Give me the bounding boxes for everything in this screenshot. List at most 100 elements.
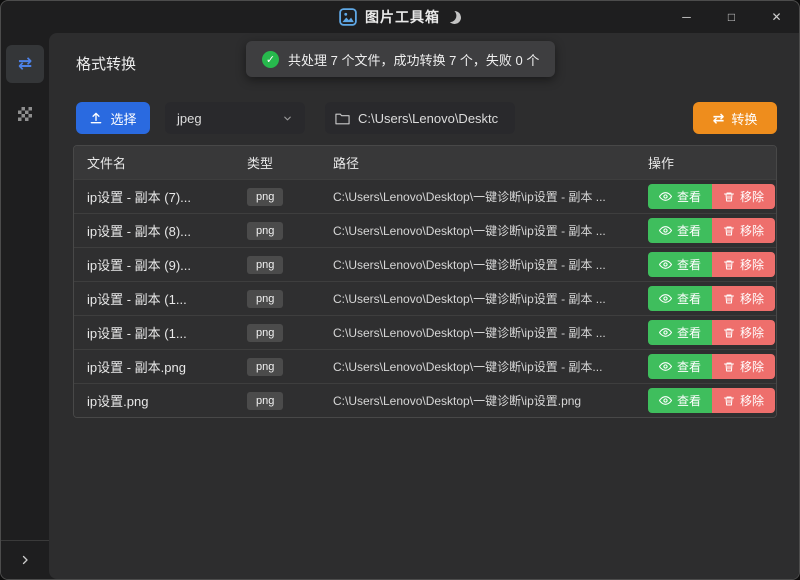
sidebar-bottom xyxy=(1,540,49,579)
remove-label: 移除 xyxy=(740,256,764,273)
sidebar-item-format-convert[interactable]: ⇄ xyxy=(6,45,44,83)
view-button[interactable]: 查看 xyxy=(648,184,712,209)
file-type-cell: png xyxy=(247,323,333,342)
folder-icon xyxy=(335,112,350,125)
file-path: C:\Users\Lenovo\Desktop\一键诊断\ip设置 - 副本 .… xyxy=(333,256,634,273)
file-path: C:\Users\Lenovo\Desktop\一键诊断\ip设置 - 副本 .… xyxy=(333,188,634,205)
file-path: C:\Users\Lenovo\Desktop\一键诊断\ip设置.png xyxy=(333,392,634,409)
remove-label: 移除 xyxy=(740,324,764,341)
view-label: 查看 xyxy=(677,358,701,375)
trash-icon xyxy=(723,395,735,407)
remove-button[interactable]: 移除 xyxy=(712,320,775,345)
remove-button[interactable]: 移除 xyxy=(712,388,775,413)
trash-icon xyxy=(723,293,735,305)
remove-button[interactable]: 移除 xyxy=(712,252,775,277)
remove-button[interactable]: 移除 xyxy=(712,286,775,311)
row-actions: 查看 移除 xyxy=(634,218,776,243)
eye-icon xyxy=(659,292,672,305)
select-files-label: 选择 xyxy=(110,109,136,128)
file-type-cell: png xyxy=(247,221,333,240)
app-title: 图片工具箱 xyxy=(365,7,440,27)
view-button[interactable]: 查看 xyxy=(648,286,712,311)
close-button[interactable]: ✕ xyxy=(754,1,799,33)
view-button[interactable]: 查看 xyxy=(648,320,712,345)
row-actions: 查看 移除 xyxy=(634,184,776,209)
remove-label: 移除 xyxy=(740,392,764,409)
row-actions: 查看 移除 xyxy=(634,354,776,379)
view-button[interactable]: 查看 xyxy=(648,218,712,243)
col-header-path: 路径 xyxy=(333,153,634,172)
remove-label: 移除 xyxy=(740,358,764,375)
file-path: C:\Users\Lenovo\Desktop\一键诊断\ip设置 - 副本 .… xyxy=(333,222,634,239)
upload-icon xyxy=(89,111,103,125)
table-row: ip设置 - 副本 (8)... png C:\Users\Lenovo\Des… xyxy=(74,213,776,247)
app-logo-icon xyxy=(339,8,357,26)
output-path-field[interactable]: C:\Users\Lenovo\Desktc xyxy=(325,102,515,134)
swap-arrows-icon: ⇄ xyxy=(713,110,725,127)
eye-icon xyxy=(659,360,672,373)
row-actions: 查看 移除 xyxy=(634,388,776,413)
col-header-type: 类型 xyxy=(247,153,333,172)
remove-label: 移除 xyxy=(740,188,764,205)
format-dropdown[interactable]: jpeg xyxy=(165,102,305,134)
row-actions: 查看 移除 xyxy=(634,286,776,311)
files-table: 文件名 类型 路径 操作 ip设置 - 副本 (7)... png C:\Use… xyxy=(73,145,777,418)
col-header-filename: 文件名 xyxy=(74,153,247,172)
file-path: C:\Users\Lenovo\Desktop\一键诊断\ip设置 - 副本 .… xyxy=(333,324,634,341)
sidebar-item-mosaic[interactable] xyxy=(6,95,44,133)
view-button[interactable]: 查看 xyxy=(648,354,712,379)
table-body: ip设置 - 副本 (7)... png C:\Users\Lenovo\Des… xyxy=(74,179,776,417)
select-files-button[interactable]: 选择 xyxy=(76,102,150,134)
table-row: ip设置 - 副本.png png C:\Users\Lenovo\Deskto… xyxy=(74,349,776,383)
file-name: ip设置 - 副本 (9)... xyxy=(74,255,247,274)
file-type-cell: png xyxy=(247,357,333,376)
view-label: 查看 xyxy=(677,256,701,273)
format-selected-value: jpeg xyxy=(177,111,202,126)
convert-label: 转换 xyxy=(731,109,757,128)
file-type-cell: png xyxy=(247,391,333,410)
file-name: ip设置 - 副本 (7)... xyxy=(74,187,247,206)
eye-icon xyxy=(659,258,672,271)
trash-icon xyxy=(723,225,735,237)
remove-button[interactable]: 移除 xyxy=(712,218,775,243)
file-type-cell: png xyxy=(247,255,333,274)
maximize-button[interactable]: □ xyxy=(709,1,754,33)
table-header: 文件名 类型 路径 操作 xyxy=(74,146,776,179)
app-body: ⇄ ✓ 共处理 7 个文件，成功转换 7 个，失败 0 个 格式转换 xyxy=(1,33,799,579)
remove-label: 移除 xyxy=(740,290,764,307)
sidebar-expand-button[interactable] xyxy=(1,541,49,579)
table-row: ip设置.png png C:\Users\Lenovo\Desktop\一键诊… xyxy=(74,383,776,417)
eye-icon xyxy=(659,326,672,339)
view-label: 查看 xyxy=(677,222,701,239)
chevron-down-icon xyxy=(282,113,293,124)
eye-icon xyxy=(659,190,672,203)
view-button[interactable]: 查看 xyxy=(648,388,712,413)
file-name: ip设置.png xyxy=(74,391,247,410)
file-type-cell: png xyxy=(247,289,333,308)
remove-button[interactable]: 移除 xyxy=(712,184,775,209)
trash-icon xyxy=(723,259,735,271)
minimize-button[interactable]: ─ xyxy=(664,1,709,33)
table-row: ip设置 - 副本 (1... png C:\Users\Lenovo\Desk… xyxy=(74,315,776,349)
dark-mode-moon-icon[interactable] xyxy=(447,9,463,25)
view-button[interactable]: 查看 xyxy=(648,252,712,277)
remove-button[interactable]: 移除 xyxy=(712,354,775,379)
file-type-badge: png xyxy=(247,290,283,308)
eye-icon xyxy=(659,394,672,407)
col-header-ops: 操作 xyxy=(634,153,776,172)
app-window: 图片工具箱 ─ □ ✕ ⇄ xyxy=(0,0,800,580)
file-path: C:\Users\Lenovo\Desktop\一键诊断\ip设置 - 副本 .… xyxy=(333,290,634,307)
file-type-badge: png xyxy=(247,324,283,342)
convert-button[interactable]: ⇄ 转换 xyxy=(693,102,777,134)
row-actions: 查看 移除 xyxy=(634,320,776,345)
toast-message: 共处理 7 个文件，成功转换 7 个，失败 0 个 xyxy=(288,50,539,69)
table-row: ip设置 - 副本 (7)... png C:\Users\Lenovo\Des… xyxy=(74,179,776,213)
file-type-badge: png xyxy=(247,392,283,410)
file-type-badge: png xyxy=(247,256,283,274)
checkerboard-icon xyxy=(18,107,32,121)
trash-icon xyxy=(723,191,735,203)
remove-label: 移除 xyxy=(740,222,764,239)
table-row: ip设置 - 副本 (1... png C:\Users\Lenovo\Desk… xyxy=(74,281,776,315)
trash-icon xyxy=(723,327,735,339)
titlebar: 图片工具箱 ─ □ ✕ xyxy=(1,1,799,33)
